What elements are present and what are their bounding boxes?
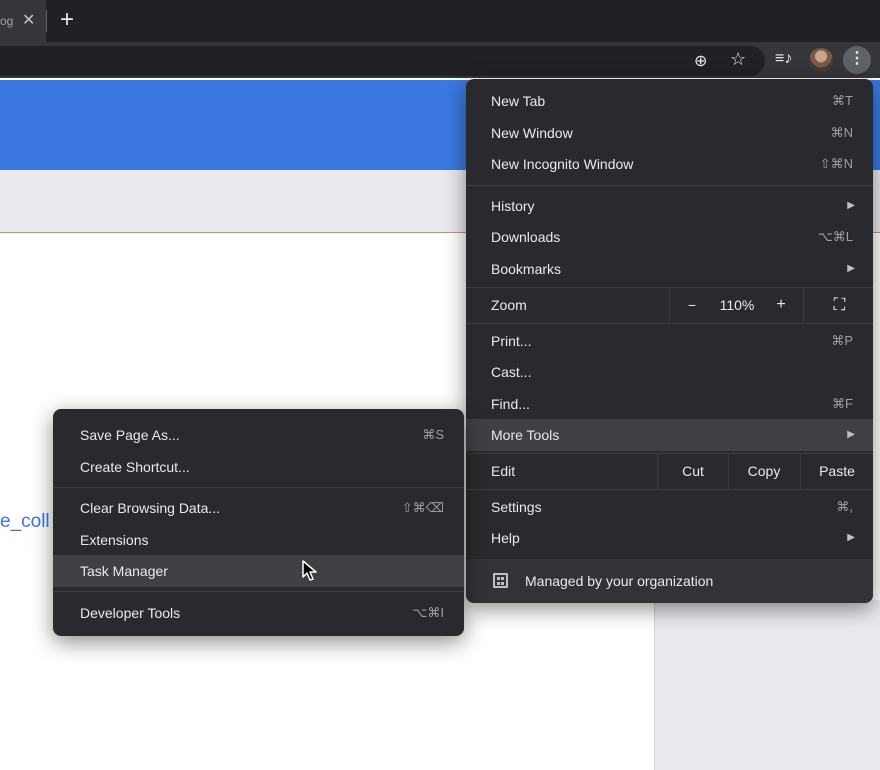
menu-item-label: Help: [491, 530, 520, 546]
menu-item-history[interactable]: History ▶: [466, 190, 873, 222]
more-tools-submenu: Save Page As... ⌘S Create Shortcut... Cl…: [53, 409, 464, 636]
zoom-row: Zoom − 110% + ⛶: [466, 287, 873, 323]
menu-shortcut: ⌘,: [836, 499, 853, 514]
submenu-arrow-icon: ▶: [847, 200, 855, 211]
menu-item-label: Cast...: [491, 364, 532, 380]
tab-strip: [0, 0, 880, 42]
zoom-divider: [669, 287, 670, 323]
zoom-out-button[interactable]: −: [672, 287, 712, 323]
menu-shortcut: ⌥⌘I: [412, 605, 444, 620]
chrome-main-menu: New Tab ⌘T New Window ⌘N New Incognito W…: [466, 79, 873, 603]
menu-item-label: Settings: [491, 499, 542, 515]
menu-separator: [53, 591, 464, 592]
submenu-arrow-icon: ▶: [847, 263, 855, 274]
menu-shortcut: ⌘N: [830, 125, 853, 140]
managed-by-org-label: Managed by your organization: [525, 573, 714, 589]
fullscreen-icon[interactable]: ⛶: [806, 287, 873, 323]
paste-button[interactable]: Paste: [801, 453, 873, 489]
media-control-icon[interactable]: ≡♪: [775, 50, 792, 68]
mouse-pointer-icon: [302, 560, 317, 581]
menu-item-label: New Incognito Window: [491, 156, 634, 172]
menu-item-label: New Tab: [491, 93, 546, 109]
menu-separator: [466, 185, 873, 186]
menu-shortcut: ⌥⌘L: [817, 229, 853, 244]
menu-item-label: Bookmarks: [491, 261, 562, 277]
chrome-menu-button[interactable]: ⋮: [843, 46, 871, 74]
menu-shortcut: ⇧⌘⌫: [401, 500, 444, 515]
menu-item-new-window[interactable]: New Window ⌘N: [466, 117, 873, 149]
menu-shortcut: ⇧⌘N: [819, 156, 853, 171]
zoom-divider: [803, 287, 804, 323]
menu-item-label: History: [491, 198, 535, 214]
profile-avatar[interactable]: [809, 48, 833, 72]
menu-item-label: Clear Browsing Data...: [80, 500, 221, 516]
menu-shortcut: ⌘P: [831, 333, 853, 348]
cut-button[interactable]: Cut: [658, 453, 728, 489]
submenu-arrow-icon: ▶: [847, 532, 855, 543]
menu-item-clear-browsing-data[interactable]: Clear Browsing Data... ⇧⌘⌫: [53, 492, 464, 524]
menu-item-new-tab[interactable]: New Tab ⌘T: [466, 85, 873, 117]
zoom-in-button[interactable]: +: [762, 287, 800, 323]
new-tab-plus-icon[interactable]: +: [60, 6, 74, 34]
address-bar[interactable]: [0, 46, 765, 76]
menu-separator: [466, 323, 873, 324]
menu-item-cast[interactable]: Cast...: [466, 356, 873, 388]
kebab-menu-icon: ⋮: [849, 50, 865, 67]
building-icon: [493, 573, 508, 588]
page-link[interactable]: e_coll: [0, 511, 50, 533]
menu-item-developer-tools[interactable]: Developer Tools ⌥⌘I: [53, 597, 464, 629]
menu-shortcut: ⌘S: [422, 427, 444, 442]
menu-item-label: Developer Tools: [80, 605, 181, 621]
menu-item-label: Extensions: [80, 532, 149, 548]
menu-item-settings[interactable]: Settings ⌘,: [466, 491, 873, 523]
browser-tab[interactable]: og ✕: [0, 0, 46, 42]
menu-item-more-tools[interactable]: More Tools ▶: [466, 419, 873, 451]
star-icon[interactable]: ☆: [730, 49, 746, 70]
edit-label: Edit: [491, 463, 516, 479]
menu-item-extensions[interactable]: Extensions: [53, 524, 464, 556]
menu-item-bookmarks[interactable]: Bookmarks ▶: [466, 253, 873, 285]
tab-title: og: [0, 14, 14, 28]
menu-item-help[interactable]: Help ▶: [466, 522, 873, 554]
menu-item-label: Save Page As...: [80, 427, 180, 443]
menu-item-label: Downloads: [491, 229, 561, 245]
menu-item-downloads[interactable]: Downloads ⌥⌘L: [466, 221, 873, 253]
menu-separator: [53, 487, 464, 488]
menu-shortcut: ⌘T: [832, 93, 853, 108]
menu-item-find[interactable]: Find... ⌘F: [466, 388, 873, 420]
tab-divider: [46, 10, 47, 32]
menu-item-new-incognito-window[interactable]: New Incognito Window ⇧⌘N: [466, 148, 873, 180]
menu-shortcut: ⌘F: [832, 396, 853, 411]
close-tab-icon[interactable]: ✕: [22, 10, 35, 30]
menu-item-task-manager[interactable]: Task Manager: [53, 555, 464, 587]
menu-item-label: Print...: [491, 333, 532, 349]
menu-item-label: More Tools: [491, 427, 560, 443]
menu-item-label: New Window: [491, 125, 573, 141]
menu-item-save-page-as[interactable]: Save Page As... ⌘S: [53, 419, 464, 451]
managed-by-org-item[interactable]: Managed by your organization: [466, 559, 873, 603]
menu-item-label: Task Manager: [80, 563, 168, 579]
copy-button[interactable]: Copy: [729, 453, 799, 489]
page-side-panel: [654, 600, 880, 770]
zoom-level: 110%: [719, 297, 755, 313]
zoom-icon[interactable]: ⊕: [694, 51, 707, 71]
menu-item-create-shortcut[interactable]: Create Shortcut...: [53, 451, 464, 483]
menu-item-label: Create Shortcut...: [80, 459, 190, 475]
menu-item-label: Find...: [491, 396, 530, 412]
zoom-label: Zoom: [491, 297, 527, 313]
submenu-arrow-icon: ▶: [847, 429, 855, 440]
menu-separator: [466, 489, 873, 490]
menu-item-print[interactable]: Print... ⌘P: [466, 325, 873, 357]
edit-row: Edit Cut Copy Paste: [466, 453, 873, 489]
